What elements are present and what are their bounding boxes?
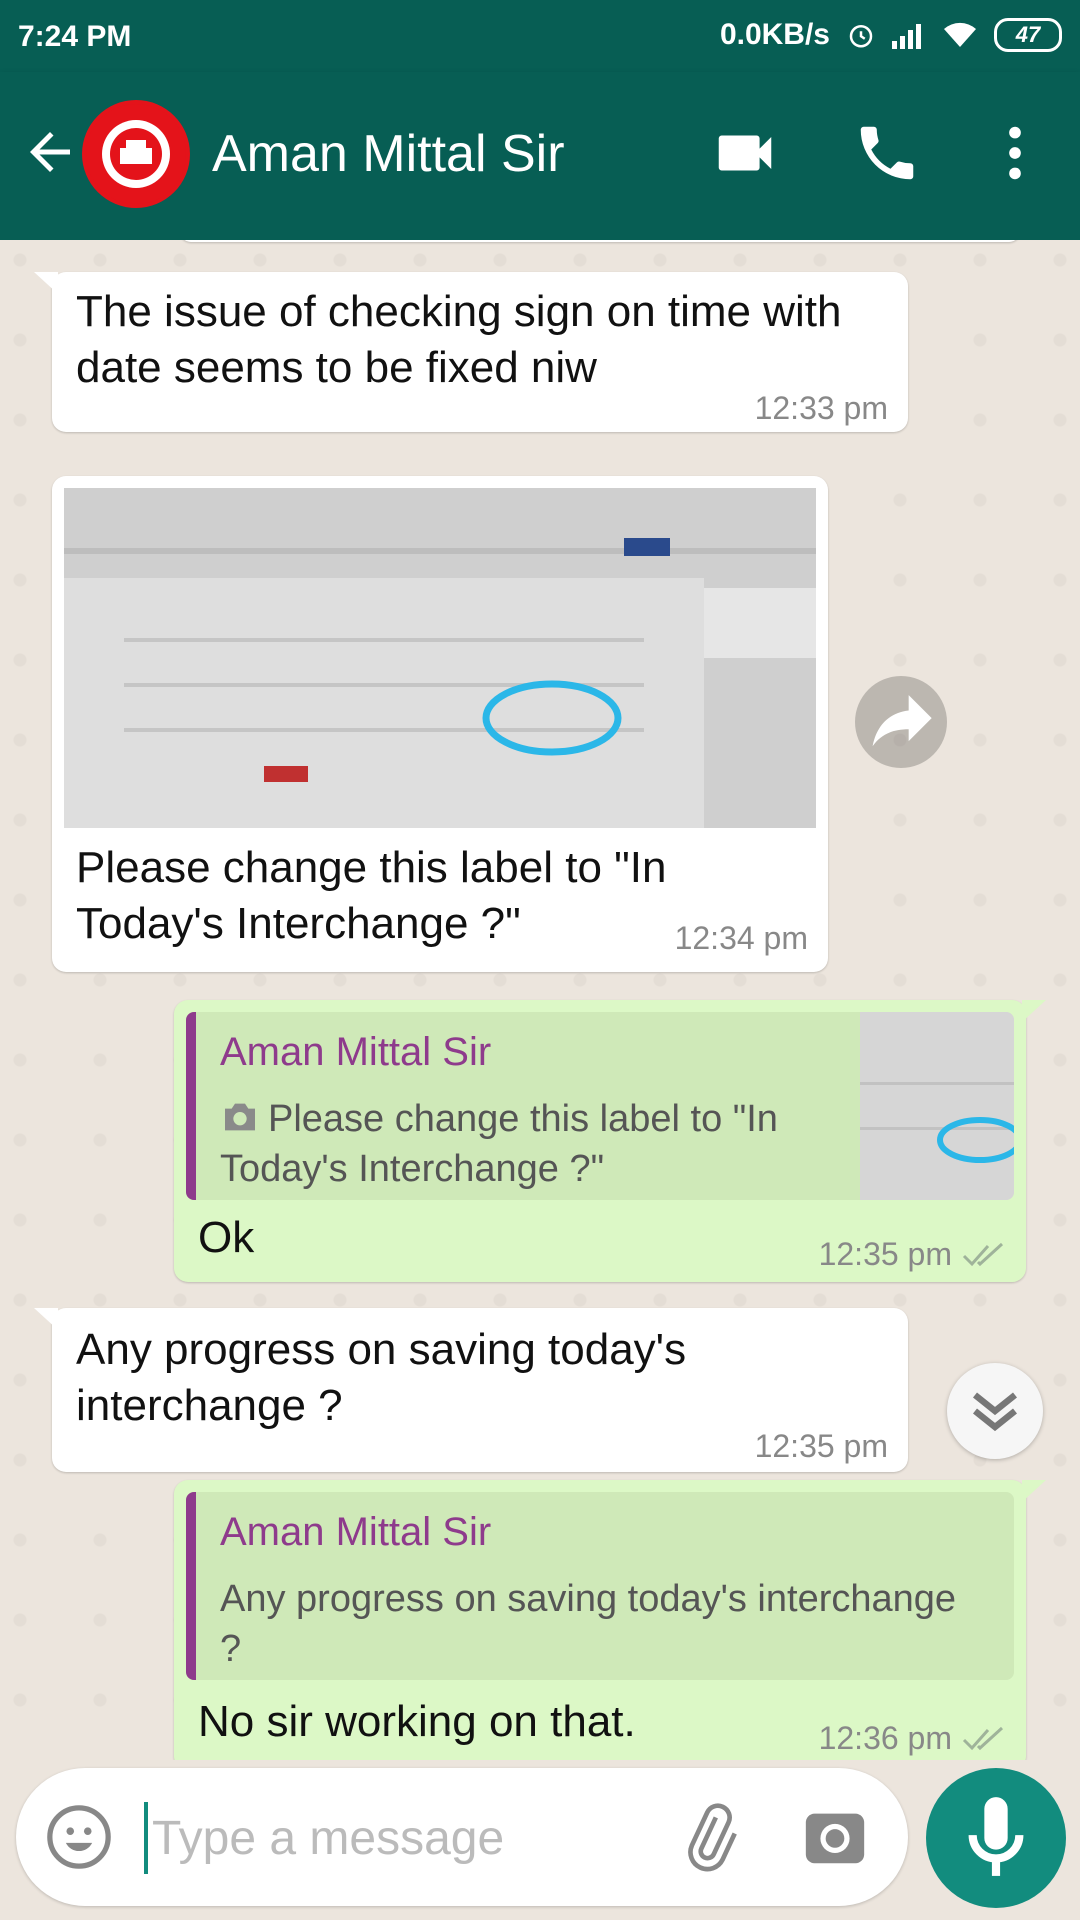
chat-header: Aman Mittal Sir	[0, 72, 1080, 240]
quote-accent-bar	[186, 1012, 196, 1200]
quote-text: Any progress on saving today's interchan…	[220, 1578, 957, 1670]
read-receipt-icon	[962, 1726, 1004, 1751]
message-time: 12:35 pm	[818, 1236, 952, 1272]
camera-icon[interactable]	[800, 1802, 870, 1872]
message-bubble-clipped	[180, 240, 1020, 242]
status-bar: 7:24 PM 0.0KB/s 47	[0, 0, 1080, 72]
forward-button[interactable]	[855, 676, 947, 768]
voice-message-button[interactable]	[926, 1768, 1066, 1908]
message-text: No sir working on that.	[198, 1697, 636, 1746]
message-time: 12:35 pm	[754, 1428, 888, 1464]
attach-icon[interactable]	[674, 1802, 744, 1872]
message-bubble-incoming[interactable]: The issue of checking sign on time with …	[34, 272, 908, 432]
message-text: Any progress on saving today's interchan…	[76, 1325, 687, 1430]
railway-logo-icon	[86, 104, 186, 204]
message-time: 12:36 pm	[818, 1720, 952, 1756]
emoji-icon[interactable]	[44, 1802, 114, 1872]
message-bubble-outgoing[interactable]: Aman Mittal Sir Please change this label…	[174, 1000, 1046, 1282]
scroll-to-bottom-button[interactable]	[947, 1363, 1043, 1459]
message-time: 12:34 pm	[674, 920, 808, 956]
signal-icon	[892, 24, 921, 49]
contact-name[interactable]: Aman Mittal Sir	[212, 124, 565, 184]
chat-area[interactable]: The issue of checking sign on time with …	[0, 240, 1080, 1760]
quote-accent-bar	[186, 1492, 196, 1680]
chevron-double-down-icon	[973, 1392, 1017, 1432]
phone-icon[interactable]	[852, 118, 922, 188]
screenshot-photo	[64, 488, 816, 828]
message-text: Ok	[198, 1213, 255, 1262]
message-time: 12:33 pm	[754, 390, 888, 426]
avatar[interactable]	[82, 100, 190, 208]
net-speed: 0.0KB/s	[719, 18, 830, 51]
message-composer	[16, 1768, 908, 1906]
video-call-icon[interactable]	[710, 118, 780, 188]
quoted-message[interactable]: Aman Mittal Sir Please change this label…	[186, 1012, 1014, 1200]
quote-author: Aman Mittal Sir	[220, 1030, 492, 1074]
message-text: The issue of checking sign on time with …	[76, 287, 842, 392]
status-time: 7:24 PM	[18, 20, 132, 53]
battery-icon: 47	[994, 18, 1062, 52]
message-bubble-outgoing[interactable]: Aman Mittal Sir Any progress on saving t…	[174, 1480, 1046, 1760]
quote-thumbnail	[860, 1012, 1014, 1200]
quote-author: Aman Mittal Sir	[220, 1510, 492, 1554]
message-input[interactable]	[144, 1802, 654, 1874]
share-arrow-icon	[872, 695, 932, 747]
status-icons: 0.0KB/s 47	[720, 18, 1062, 52]
image-caption: Please change this label to "In Today's …	[76, 843, 667, 948]
back-arrow-icon[interactable]	[20, 122, 80, 182]
quoted-message[interactable]: Aman Mittal Sir Any progress on saving t…	[186, 1492, 1014, 1680]
message-image[interactable]	[64, 488, 816, 828]
camera-icon	[225, 1103, 255, 1131]
alarm-icon	[849, 25, 873, 48]
message-bubble-incoming[interactable]: Any progress on saving today's interchan…	[34, 1308, 908, 1472]
wifi-icon	[944, 22, 976, 47]
more-vert-icon[interactable]	[980, 118, 1050, 188]
read-receipt-icon	[962, 1242, 1004, 1267]
quote-text: Please change this label to "In Today's …	[220, 1098, 778, 1190]
mic-icon	[968, 1797, 1024, 1876]
message-bubble-incoming-image[interactable]: Please change this label to "In Today's …	[52, 476, 828, 972]
